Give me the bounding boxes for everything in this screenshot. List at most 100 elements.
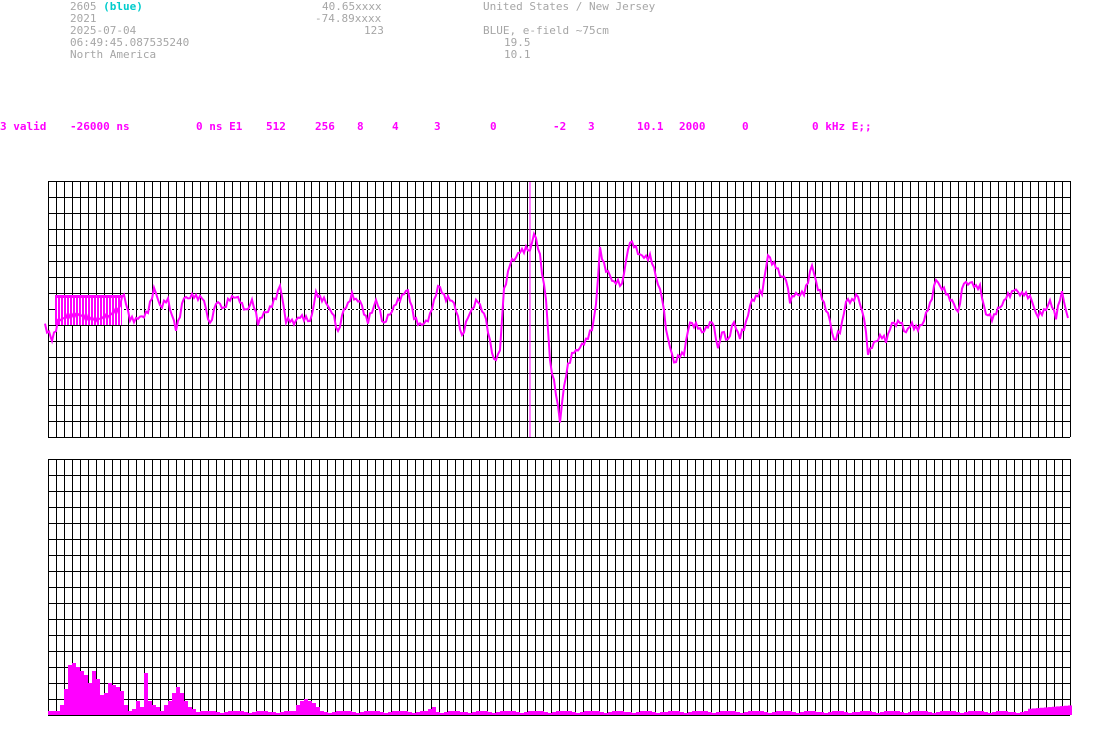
plots-canvas bbox=[44, 181, 1072, 716]
spectrum-bar bbox=[724, 711, 728, 715]
baseline-dot bbox=[446, 309, 448, 310]
baseline-dot bbox=[898, 309, 900, 310]
spectrum-bar bbox=[308, 701, 312, 715]
baseline-dot bbox=[466, 309, 468, 310]
baseline-dot bbox=[834, 309, 836, 310]
baseline-dot bbox=[478, 309, 480, 310]
spectrum-bar bbox=[472, 712, 476, 715]
spectrum-bar bbox=[812, 711, 816, 715]
baseline-dot bbox=[154, 309, 156, 310]
spectrum-bar bbox=[632, 713, 636, 715]
baseline-dot bbox=[570, 309, 572, 310]
baseline-dot bbox=[262, 309, 264, 310]
baseline-dot bbox=[658, 309, 660, 310]
spectrum-bar bbox=[788, 711, 792, 715]
baseline-dot bbox=[950, 309, 952, 310]
baseline-dot bbox=[886, 309, 888, 310]
baseline-dot bbox=[634, 309, 636, 310]
spectrum-bar bbox=[304, 699, 308, 715]
baseline-dot bbox=[730, 309, 732, 310]
baseline-dot bbox=[582, 309, 584, 310]
baseline-dot bbox=[558, 309, 560, 310]
baseline-dot bbox=[682, 309, 684, 310]
spectrum-bar bbox=[128, 711, 132, 715]
spectrum-bar bbox=[600, 712, 604, 715]
spectrum-bar bbox=[1012, 712, 1016, 715]
baseline-dot bbox=[638, 309, 640, 310]
baseline-dot bbox=[574, 309, 576, 310]
spectrum-bar bbox=[136, 701, 140, 715]
baseline-dot bbox=[762, 309, 764, 310]
spectrum-bar bbox=[916, 711, 920, 715]
baseline-dot bbox=[818, 309, 820, 310]
spectrum-bar bbox=[232, 711, 236, 715]
spectrum-bar bbox=[204, 711, 208, 715]
spectrum-bar bbox=[460, 712, 464, 715]
baseline-dot bbox=[690, 309, 692, 310]
spectrum-bar bbox=[320, 711, 324, 715]
baseline-dot bbox=[326, 309, 328, 310]
spectrum-bar bbox=[900, 712, 904, 715]
spectrum-bar bbox=[440, 713, 444, 715]
baseline-dot bbox=[306, 309, 308, 310]
spectrum-bar bbox=[176, 687, 180, 715]
spectrum-bar bbox=[740, 713, 744, 715]
spectrum-bar bbox=[316, 707, 320, 715]
spectrum-bar bbox=[940, 711, 944, 715]
baseline-dot bbox=[538, 309, 540, 310]
baseline-dot bbox=[298, 309, 300, 310]
baseline-dot bbox=[166, 309, 168, 310]
baseline-dot bbox=[934, 309, 936, 310]
baseline-dot bbox=[870, 309, 872, 310]
spectrum-bar bbox=[732, 711, 736, 715]
spectrum-bar bbox=[520, 713, 524, 715]
baseline-dot bbox=[486, 309, 488, 310]
spectrum-bar bbox=[96, 679, 100, 715]
spectrum-bar bbox=[620, 711, 624, 715]
baseline-dot bbox=[666, 309, 668, 310]
spectrum-bar bbox=[828, 712, 832, 715]
baseline-dot bbox=[518, 309, 520, 310]
spectrum-bar bbox=[424, 711, 428, 715]
spectrum-bar bbox=[108, 683, 112, 715]
spectrum-bar bbox=[672, 711, 676, 715]
spectrum-bar bbox=[368, 711, 372, 715]
spectrum-bar bbox=[380, 712, 384, 715]
spectrum-bar bbox=[792, 712, 796, 715]
spectrum-bar bbox=[372, 711, 376, 715]
spectrum-bar bbox=[640, 711, 644, 715]
spectrum-bar bbox=[76, 667, 80, 715]
spectrum-bar bbox=[496, 712, 500, 715]
spectrum-bar bbox=[944, 711, 948, 715]
baseline-dot bbox=[278, 309, 280, 310]
baseline-dot bbox=[598, 309, 600, 310]
spectrum-bar bbox=[616, 711, 620, 715]
baseline-dot bbox=[774, 309, 776, 310]
spectrum-bar bbox=[324, 712, 328, 715]
spectrum-bar bbox=[720, 711, 724, 715]
spectrum-bar bbox=[848, 713, 852, 715]
spectrum-bar bbox=[1044, 707, 1048, 715]
spectrum-bar bbox=[60, 705, 64, 715]
spectrum-bar bbox=[928, 712, 932, 715]
spectrum-bar bbox=[124, 705, 128, 715]
spectrum-bar bbox=[452, 711, 456, 715]
baseline-dot bbox=[770, 309, 772, 310]
spectrum-bar bbox=[312, 703, 316, 715]
spectrum-bar bbox=[1064, 705, 1068, 715]
baseline-dot bbox=[422, 309, 424, 310]
spectrum-bar bbox=[516, 712, 520, 715]
baseline-dot bbox=[978, 309, 980, 310]
baseline-dot bbox=[626, 309, 628, 310]
spectrum-bar bbox=[652, 712, 656, 715]
baseline-dot bbox=[198, 309, 200, 310]
spectrum-bar bbox=[240, 711, 244, 715]
spectrum-bar bbox=[804, 711, 808, 715]
baseline-dot bbox=[602, 309, 604, 310]
spectrum-bar bbox=[680, 712, 684, 715]
spectrum-bar bbox=[1016, 713, 1020, 715]
baseline-dot bbox=[586, 309, 588, 310]
baseline-dot bbox=[286, 309, 288, 310]
spectrum-bar bbox=[1000, 711, 1004, 715]
baseline-dot bbox=[618, 309, 620, 310]
